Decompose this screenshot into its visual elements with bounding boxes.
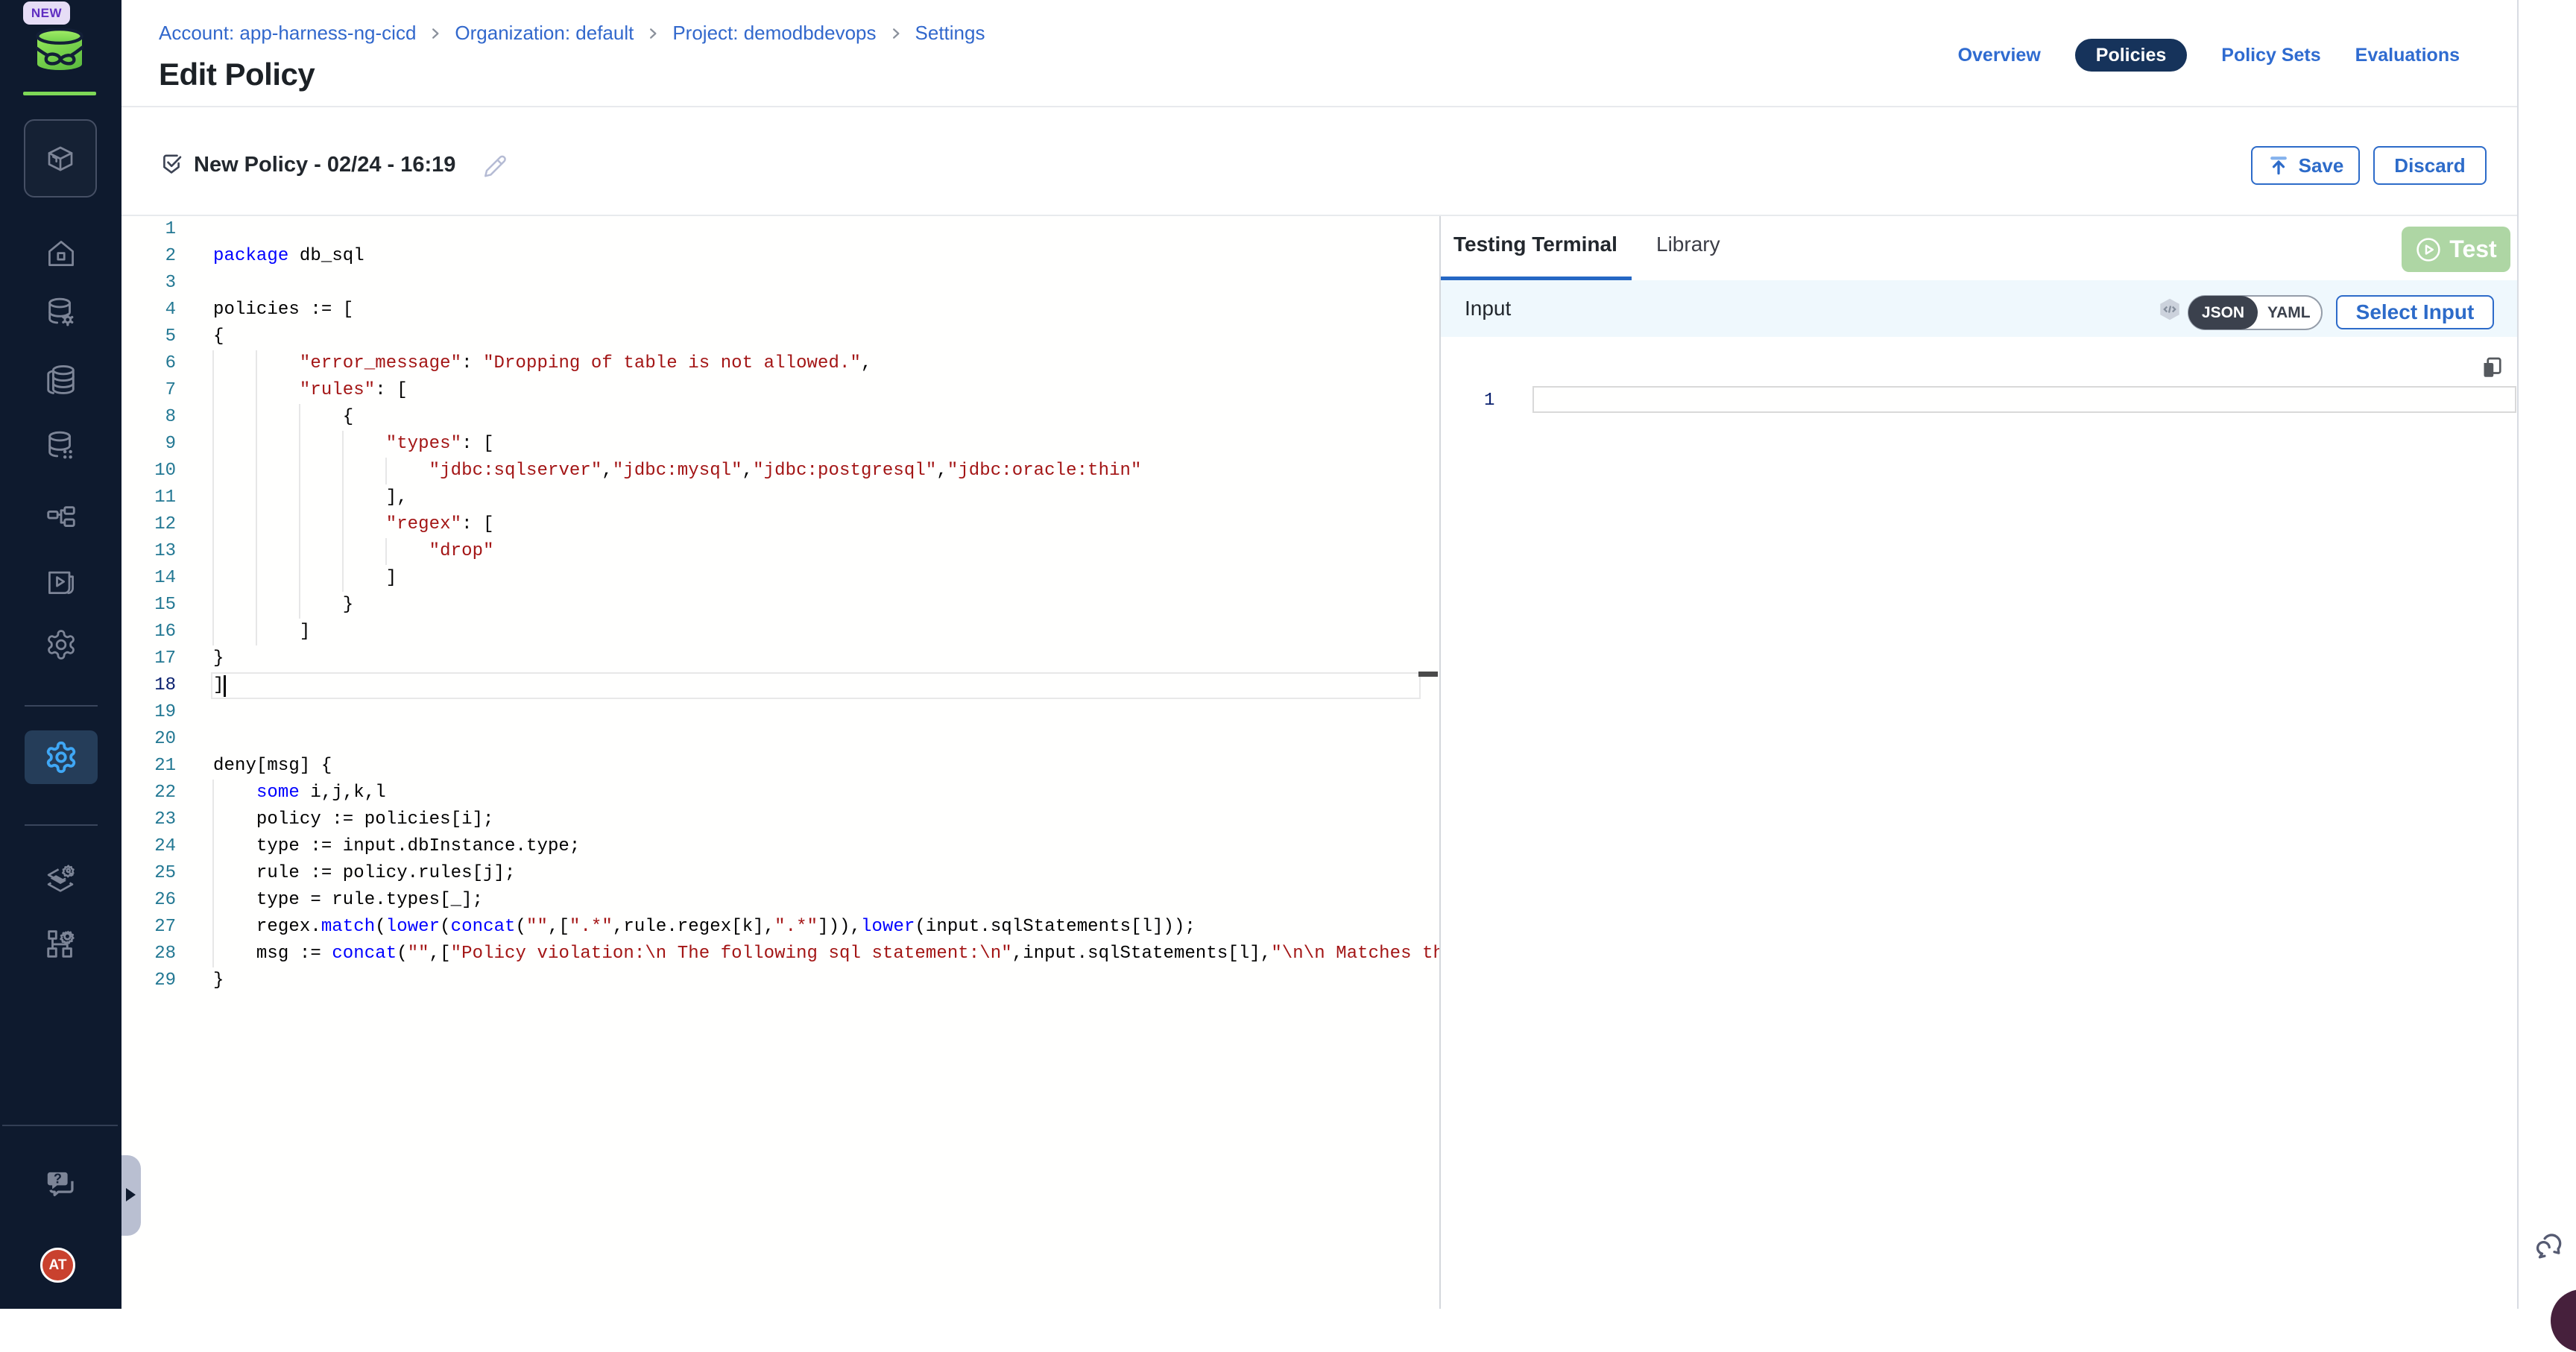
- svg-text:?: ?: [53, 1171, 61, 1186]
